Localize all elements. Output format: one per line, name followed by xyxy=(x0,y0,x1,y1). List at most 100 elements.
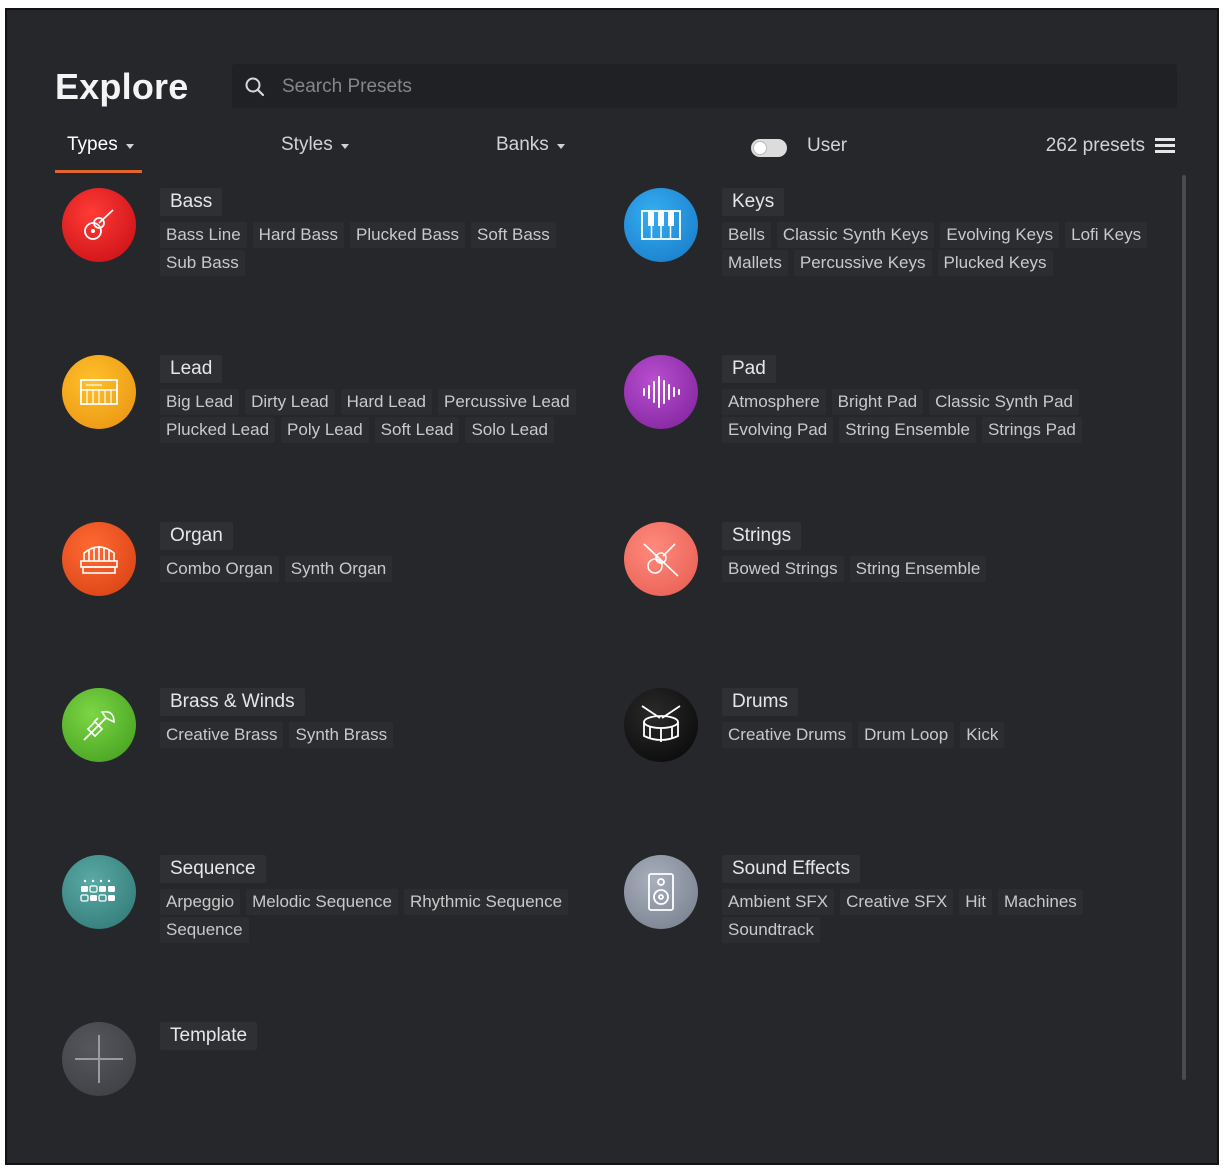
tag[interactable]: Sequence xyxy=(160,917,249,943)
waveform-icon[interactable] xyxy=(624,355,698,429)
toggle-knob xyxy=(754,142,766,154)
tag[interactable]: Creative SFX xyxy=(840,889,954,915)
search-bar[interactable] xyxy=(232,64,1177,110)
filter-bar: Types Styles Banks User 262 presets xyxy=(7,128,1221,178)
styles-filter-tab[interactable]: Styles xyxy=(281,134,349,156)
tag-list-organ: Combo Organ Synth Organ xyxy=(160,556,600,584)
search-icon xyxy=(245,77,265,97)
type-name-bass[interactable]: Bass xyxy=(160,188,223,216)
tag[interactable]: Lofi Keys xyxy=(1065,222,1148,248)
type-name-template[interactable]: Template xyxy=(160,1022,258,1050)
guitar-icon[interactable] xyxy=(62,188,136,262)
tag[interactable]: Strings Pad xyxy=(981,417,1082,443)
tag[interactable]: Mallets xyxy=(722,250,788,276)
type-name-organ[interactable]: Organ xyxy=(160,522,233,550)
type-name-strings[interactable]: Strings xyxy=(722,522,802,550)
tag[interactable]: Soft Bass xyxy=(471,222,556,248)
tag[interactable]: Bright Pad xyxy=(831,389,924,415)
tag[interactable]: Soundtrack xyxy=(722,917,820,943)
tag[interactable]: Classic Synth Pad xyxy=(929,389,1080,415)
trumpet-icon[interactable] xyxy=(62,688,136,762)
tag[interactable]: Evolving Pad xyxy=(722,417,834,443)
speaker-icon[interactable] xyxy=(624,855,698,929)
tag[interactable]: Synth Brass xyxy=(289,722,394,748)
tag[interactable]: Melodic Sequence xyxy=(246,889,398,915)
tag[interactable]: String Ensemble xyxy=(839,417,976,443)
tag[interactable]: Drum Loop xyxy=(858,722,955,748)
preset-count: 262 presets xyxy=(1046,135,1175,157)
user-toggle[interactable] xyxy=(751,139,787,157)
tag[interactable]: Poly Lead xyxy=(281,417,369,443)
organ-icon[interactable] xyxy=(62,522,136,596)
plus-icon[interactable] xyxy=(62,1022,136,1096)
tag-list-lead: Big Lead Dirty Lead Hard Lead Percussive Le… xyxy=(160,389,600,445)
preset-count-label: 262 presets xyxy=(1045,135,1145,156)
types-filter-label: Types xyxy=(67,134,118,155)
type-name-lead[interactable]: Lead xyxy=(160,355,223,383)
type-name-keys[interactable]: Keys xyxy=(722,188,785,216)
scrollbar[interactable] xyxy=(1182,175,1186,1080)
tag-list-keys: Bells Classic Synth Keys Evolving Keys Lofi… xyxy=(722,222,1162,278)
tag[interactable]: Percussive Lead xyxy=(438,389,576,415)
tag[interactable]: Big Lead xyxy=(160,389,240,415)
active-tab-indicator xyxy=(55,170,142,173)
tag-list-strings: Bowed Strings String Ensemble xyxy=(722,556,1162,584)
tag[interactable]: Bass Line xyxy=(160,222,247,248)
user-toggle-label: User xyxy=(807,135,848,156)
chevron-down-icon xyxy=(556,143,565,149)
header: Explore xyxy=(7,60,1221,120)
list-menu-icon[interactable] xyxy=(1155,138,1175,154)
banks-filter-label: Banks xyxy=(496,134,549,155)
type-name-pad[interactable]: Pad xyxy=(722,355,776,383)
tag[interactable]: Ambient SFX xyxy=(722,889,835,915)
type-name-drums[interactable]: Drums xyxy=(722,688,798,716)
tag[interactable]: Plucked Bass xyxy=(350,222,466,248)
tag[interactable]: Creative Brass xyxy=(160,722,284,748)
tag[interactable]: Creative Drums xyxy=(722,722,853,748)
tag-list-bass: Bass Line Hard Bass Plucked Bass Soft Bass S… xyxy=(160,222,600,278)
synth-keyboard-icon[interactable] xyxy=(62,355,136,429)
explore-panel: Explore Types Styles Banks User 262 pr xyxy=(5,8,1219,1165)
type-name-brass-winds[interactable]: Brass & Winds xyxy=(160,688,305,716)
page-title: Explore xyxy=(55,66,189,107)
tag-list-drums: Creative Drums Drum Loop Kick xyxy=(722,722,1162,750)
tag[interactable]: Plucked Keys xyxy=(937,250,1053,276)
tag-list-pad: Atmosphere Bright Pad Classic Synth Pad Evo… xyxy=(722,389,1162,445)
type-name-sound-effects[interactable]: Sound Effects xyxy=(722,855,860,883)
tag[interactable]: Arpeggio xyxy=(160,889,241,915)
tag[interactable]: Sub Bass xyxy=(160,250,245,276)
tag[interactable]: Hard Bass xyxy=(252,222,345,248)
tag-list-brass-winds: Creative Brass Synth Brass xyxy=(160,722,600,750)
chevron-down-icon xyxy=(125,143,134,149)
tag[interactable]: Solo Lead xyxy=(465,417,555,443)
tag-list-sequence: Arpeggio Melodic Sequence Rhythmic Sequenc… xyxy=(160,889,600,945)
tag[interactable]: Kick xyxy=(960,722,1005,748)
chevron-down-icon xyxy=(340,143,349,149)
tag[interactable]: Rhythmic Sequence xyxy=(403,889,569,915)
tag[interactable]: Dirty Lead xyxy=(245,389,335,415)
tag[interactable]: Evolving Keys xyxy=(940,222,1060,248)
types-filter-tab[interactable]: Types xyxy=(67,134,134,156)
tag[interactable]: Hard Lead xyxy=(340,389,432,415)
tag[interactable]: Machines xyxy=(998,889,1083,915)
tag[interactable]: Bowed Strings xyxy=(722,556,844,582)
step-grid-icon[interactable] xyxy=(62,855,136,929)
tag[interactable]: Synth Organ xyxy=(284,556,393,582)
banks-filter-tab[interactable]: Banks xyxy=(496,134,565,156)
tag[interactable]: Bells xyxy=(722,222,771,248)
styles-filter-label: Styles xyxy=(281,134,333,155)
type-name-sequence[interactable]: Sequence xyxy=(160,855,266,883)
tag[interactable]: Percussive Keys xyxy=(793,250,932,276)
tag[interactable]: Plucked Lead xyxy=(160,417,276,443)
tag[interactable]: Atmosphere xyxy=(722,389,826,415)
drum-icon[interactable] xyxy=(624,688,698,762)
violin-icon[interactable] xyxy=(624,522,698,596)
tag[interactable]: Classic Synth Keys xyxy=(776,222,935,248)
tag[interactable]: String Ensemble xyxy=(849,556,987,582)
piano-keys-icon[interactable] xyxy=(624,188,698,262)
tag[interactable]: Soft Lead xyxy=(374,417,460,443)
tag[interactable]: Hit xyxy=(959,889,993,915)
tag-list-sound-effects: Ambient SFX Creative SFX Hit Machines Soundt… xyxy=(722,889,1162,945)
search-input[interactable] xyxy=(280,64,1164,110)
tag[interactable]: Combo Organ xyxy=(160,556,279,582)
